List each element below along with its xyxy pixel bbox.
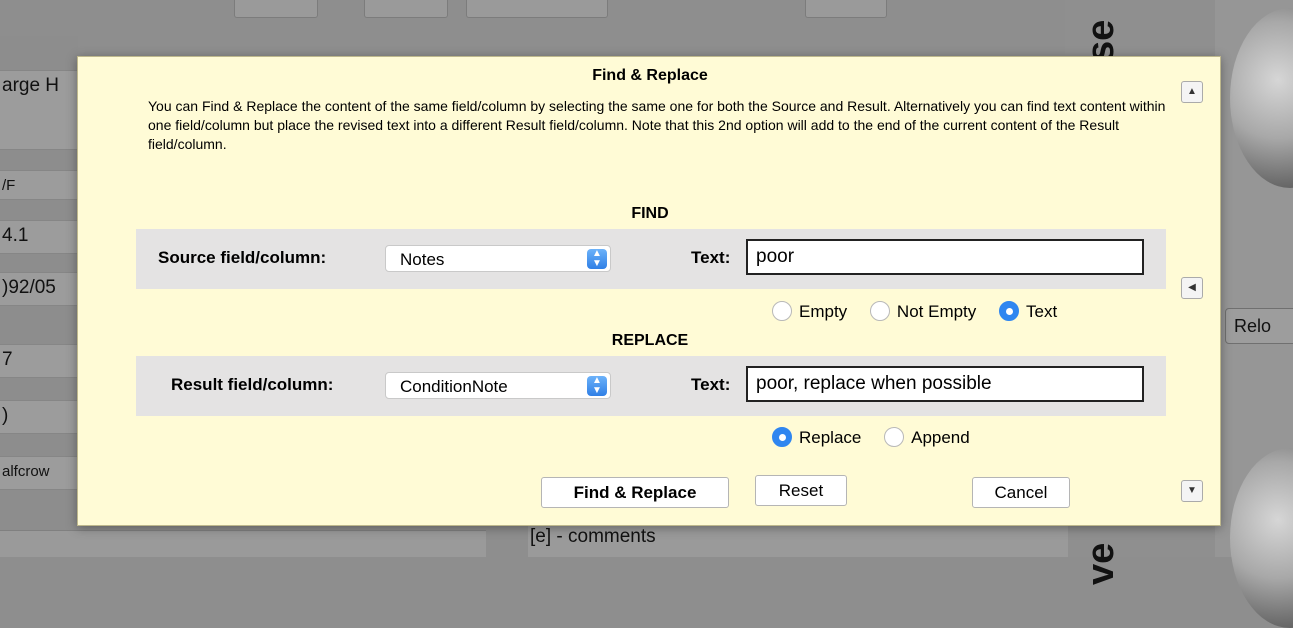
radio-label: Empty: [799, 301, 848, 321]
result-field-value: ConditionNote: [400, 377, 508, 396]
radio-append[interactable]: Append: [884, 426, 984, 448]
bg-toolbar-button: [805, 0, 887, 18]
bg-toolbar-button: [466, 0, 608, 18]
replace-options: Replace Append: [772, 426, 988, 448]
radio-label: Replace: [799, 427, 862, 447]
find-text-label: Text:: [691, 248, 731, 267]
find-text-input[interactable]: poor: [746, 239, 1144, 275]
find-options: Empty Not Empty Text: [772, 300, 1075, 322]
dialog-description: You can Find & Replace the content of th…: [148, 98, 1166, 152]
reload-button[interactable]: Relo: [1225, 308, 1293, 344]
replace-text-label: Text:: [691, 375, 731, 394]
bg-cell: 7: [0, 344, 78, 378]
bg-toolbar-button: [364, 0, 448, 18]
result-field-label: Result field/column:: [171, 375, 334, 394]
bg-note-text: [e] - comments: [528, 522, 1068, 557]
bg-cell: /F: [0, 170, 78, 200]
replace-text-input[interactable]: poor, replace when possible: [746, 366, 1144, 402]
replace-row: Result field/column: ConditionNote ▲ ▼ Te…: [136, 356, 1166, 416]
bg-field: [0, 530, 486, 557]
replace-heading: REPLACE: [611, 332, 689, 349]
chevron-up-down-icon: ▲ ▼: [587, 249, 607, 269]
radio-label: Not Empty: [896, 301, 977, 321]
bg-cell: )92/05: [0, 272, 78, 306]
bg-cell: alfcrow: [0, 456, 78, 490]
chevron-up-down-icon: ▲ ▼: [587, 376, 607, 396]
bg-cell: 4.1: [0, 220, 78, 254]
scroll-up-icon[interactable]: ▲: [1181, 81, 1203, 103]
scroll-down-icon[interactable]: ▼: [1181, 480, 1203, 502]
source-field-label: Source field/column:: [158, 248, 327, 267]
radio-replace-selected-icon: [772, 426, 792, 447]
source-field-value: Notes: [400, 250, 445, 269]
cancel-button[interactable]: Cancel: [972, 477, 1070, 508]
result-field-select[interactable]: ConditionNote ▲ ▼: [385, 372, 611, 399]
find-heading: FIND: [631, 205, 669, 222]
radio-label: Append: [911, 427, 970, 447]
find-row: Source field/column: Notes ▲ ▼ Text: poor: [136, 229, 1166, 289]
radio-not-empty-icon: [869, 300, 890, 321]
dialog-title: Find & Replace: [592, 67, 708, 84]
radio-empty[interactable]: Empty: [772, 300, 861, 322]
bg-cell: ): [0, 400, 78, 434]
radio-not-empty[interactable]: Not Empty: [869, 300, 990, 322]
find-replace-dialog: Find & Replace You can Find & Replace th…: [77, 56, 1221, 526]
source-field-select[interactable]: Notes ▲ ▼: [385, 245, 611, 272]
reset-button[interactable]: Reset: [755, 475, 847, 506]
radio-replace[interactable]: Replace: [772, 426, 875, 448]
radio-append-icon: [884, 426, 905, 447]
radio-text-selected-icon: [999, 300, 1020, 321]
radio-empty-icon: [772, 300, 792, 321]
scroll-left-icon[interactable]: ◀: [1181, 277, 1203, 299]
bg-toolbar-button: [234, 0, 318, 18]
radio-label: Text: [1026, 301, 1058, 321]
bg-vertical-text: ve: [1080, 542, 1122, 585]
bg-cell: arge H: [0, 70, 78, 150]
radio-text[interactable]: Text: [999, 300, 1071, 322]
find-replace-button[interactable]: Find & Replace: [541, 477, 729, 508]
